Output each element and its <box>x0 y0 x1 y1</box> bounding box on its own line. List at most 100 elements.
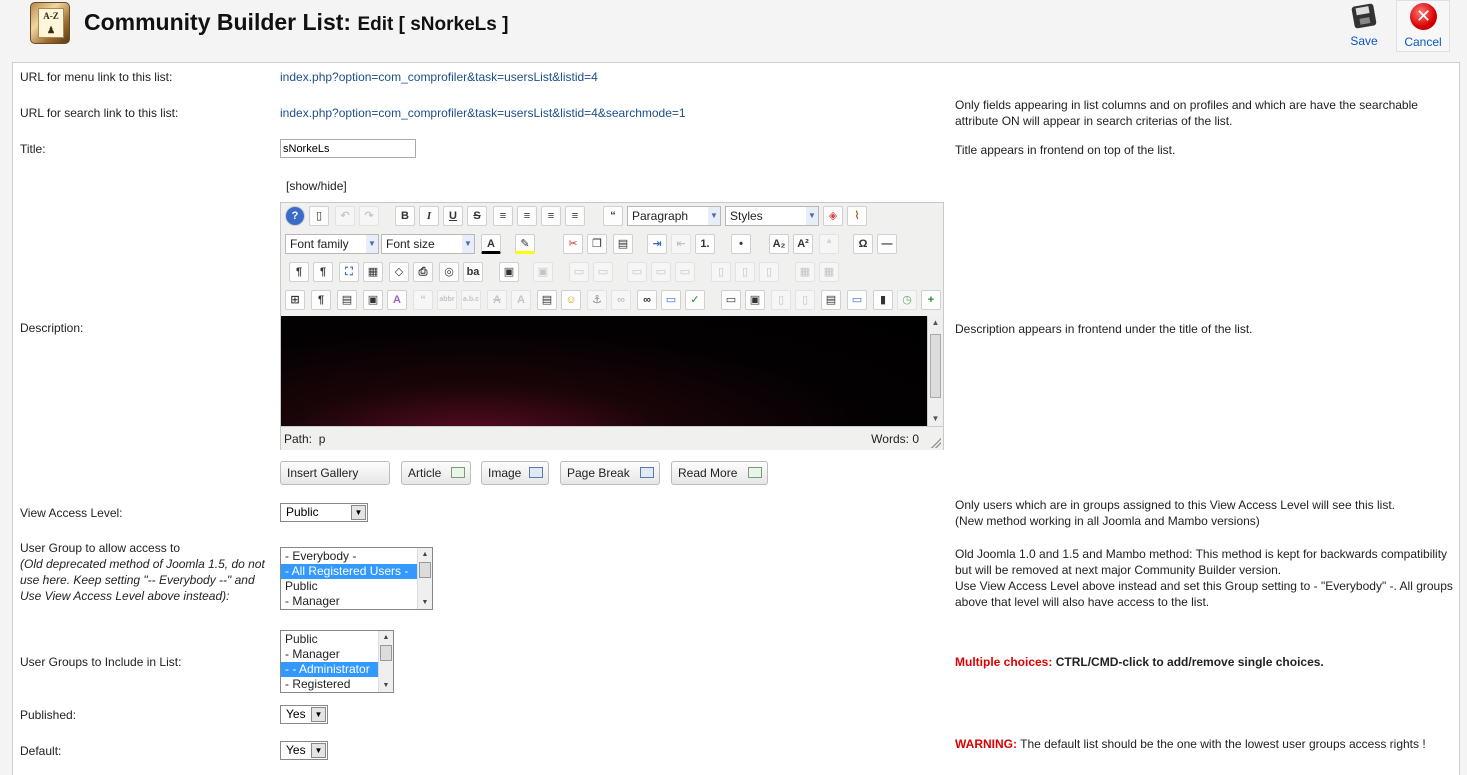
attributes-icon[interactable]: ▤ <box>537 290 557 310</box>
table-insert-row-icon[interactable]: ▭ <box>627 262 647 282</box>
table-row-after-icon[interactable]: ▭ <box>593 262 613 282</box>
paste-icon[interactable]: ▤ <box>613 234 633 254</box>
text-color-icon[interactable]: A <box>481 234 501 254</box>
show-hide-editor-link[interactable]: [show/hide] <box>286 179 347 193</box>
table-delete-row-icon[interactable]: ▭ <box>651 262 671 282</box>
path-value[interactable]: p <box>319 432 326 446</box>
acronym-icon[interactable]: a.b.c <box>461 290 481 310</box>
include-groups-scrollbar[interactable]: ▲ ▼ <box>378 631 393 692</box>
page-break-button[interactable]: Page Break <box>560 461 660 485</box>
user-group-option[interactable]: - Everybody - <box>281 549 432 564</box>
read-more-button[interactable]: Read More <box>671 461 768 485</box>
pagebreak-icon[interactable]: ▯ <box>795 290 815 310</box>
table-col-before-icon[interactable]: ▯ <box>711 262 731 282</box>
delete-layer-icon[interactable]: ▣ <box>533 262 553 282</box>
spellcheck-icon[interactable]: ✓ <box>685 290 705 310</box>
unlink-icon[interactable]: ∞ <box>611 290 631 310</box>
resize-grip-icon[interactable] <box>931 438 941 448</box>
align-left-icon[interactable]: ≡ <box>541 206 561 226</box>
article-button[interactable]: Article <box>401 461 471 485</box>
image-icon[interactable]: ▭ <box>661 290 681 310</box>
cite-icon[interactable]: “ <box>413 290 433 310</box>
superscript-icon[interactable]: A² <box>793 234 813 254</box>
style-props-icon[interactable]: A <box>387 290 407 310</box>
table-icon[interactable]: ⊞ <box>285 290 305 310</box>
help-icon[interactable]: ? <box>285 206 305 226</box>
include-group-option[interactable]: - Manager <box>281 647 393 662</box>
scroll-up-icon[interactable]: ▲ <box>928 316 943 330</box>
scroll-down-icon[interactable]: ▼ <box>928 412 943 426</box>
search-link-url[interactable]: index.php?option=com_comprofiler&task=us… <box>280 106 686 120</box>
cleanup-broom-icon[interactable]: ⌇ <box>847 206 867 226</box>
save-button[interactable]: Save <box>1340 0 1388 52</box>
scroll-down-icon[interactable]: ▼ <box>418 596 432 609</box>
html-source-icon[interactable]: ◇ <box>389 262 409 282</box>
rtl-direction-icon[interactable]: ¶ <box>313 262 333 282</box>
image-button[interactable]: Image <box>481 461 549 485</box>
view-access-select[interactable]: Public ▼ <box>280 503 368 522</box>
anchor-icon[interactable]: ⚓ <box>587 290 607 310</box>
nonbreaking-icon[interactable]: ▯ <box>771 290 791 310</box>
user-group-listbox[interactable]: - Everybody - - All Registered Users - P… <box>280 547 433 610</box>
insert-gallery-button[interactable]: Insert Gallery <box>280 461 390 485</box>
ltr-direction-icon[interactable]: ¶ <box>289 262 309 282</box>
show-blocks-icon[interactable]: ¶ <box>311 290 331 310</box>
template-icon[interactable]: ▣ <box>363 290 383 310</box>
editor-content-area[interactable] <box>281 316 927 426</box>
emoticon-icon[interactable]: ☺ <box>561 290 581 310</box>
horizontal-rule-icon[interactable]: — <box>877 234 897 254</box>
editor-vertical-scrollbar[interactable]: ▲ ▼ <box>927 316 943 426</box>
format-select[interactable]: Paragraph ▼ <box>627 206 721 226</box>
redo-icon[interactable]: ↷ <box>359 206 379 226</box>
undo-icon[interactable]: ↶ <box>335 206 355 226</box>
underline-icon[interactable]: U <box>443 206 463 226</box>
table-split-icon[interactable]: ▦ <box>795 262 815 282</box>
fullscreen-icon[interactable]: ⛶ <box>339 262 359 282</box>
horizontal-line-icon[interactable]: ▭ <box>721 290 741 310</box>
scroll-thumb[interactable] <box>930 334 941 398</box>
cancel-button[interactable]: ✕ Cancel <box>1396 0 1450 52</box>
align-full-icon[interactable]: ≡ <box>493 206 513 226</box>
media-icon[interactable]: ▣ <box>745 290 765 310</box>
include-group-option[interactable]: - Registered <box>281 677 393 692</box>
user-group-scrollbar[interactable]: ▲ ▼ <box>417 548 432 609</box>
user-group-option[interactable]: - Manager <box>281 594 432 609</box>
print-icon[interactable]: ⎙ <box>413 262 433 282</box>
user-group-option-selected[interactable]: - All Registered Users - <box>281 564 432 579</box>
scroll-up-icon[interactable]: ▲ <box>418 548 432 561</box>
strikethrough-icon[interactable]: S <box>467 206 487 226</box>
abbr-icon[interactable]: abbr <box>437 290 457 310</box>
preview-icon[interactable]: ▦ <box>363 262 383 282</box>
title-input[interactable] <box>280 139 416 158</box>
outdent-icon[interactable]: ⇤ <box>671 234 691 254</box>
styles-select[interactable]: Styles ▼ <box>725 206 819 226</box>
scroll-thumb[interactable] <box>419 562 431 578</box>
cut-icon[interactable]: ✂ <box>563 234 583 254</box>
insertion-icon[interactable]: A <box>511 290 531 310</box>
add-page-icon[interactable]: + <box>921 290 941 310</box>
insert-layer-icon[interactable]: ▣ <box>499 262 519 282</box>
table-row-before-icon[interactable]: ▭ <box>569 262 589 282</box>
bold-icon[interactable]: B <box>395 206 415 226</box>
blockquote-icon[interactable]: “ <box>603 206 623 226</box>
align-center-icon[interactable]: ≡ <box>517 206 537 226</box>
include-group-option[interactable]: Public <box>281 632 393 647</box>
subscript-icon[interactable]: A₂ <box>769 234 789 254</box>
new-document-icon[interactable]: ▯ <box>309 206 329 226</box>
video-icon[interactable]: ▮ <box>873 290 893 310</box>
include-groups-listbox[interactable]: Public - Manager - - Administrator - Reg… <box>280 630 394 693</box>
character-map-disabled-icon[interactable]: ª <box>819 234 839 254</box>
highlight-color-icon[interactable]: ✎ <box>515 234 535 254</box>
replace-icon[interactable]: ba <box>463 262 483 282</box>
default-select[interactable]: Yes ▼ <box>280 741 328 760</box>
font-size-select[interactable]: Font size ▼ <box>381 234 475 254</box>
table-delete-col-icon[interactable]: ▯ <box>759 262 779 282</box>
user-group-option[interactable]: Public <box>281 579 432 594</box>
deletion-icon[interactable]: A <box>487 290 507 310</box>
font-family-select[interactable]: Font family ▼ <box>285 234 379 254</box>
align-right-icon[interactable]: ≡ <box>565 206 585 226</box>
menu-link-url[interactable]: index.php?option=com_comprofiler&task=us… <box>280 70 598 84</box>
scroll-up-icon[interactable]: ▲ <box>379 631 393 644</box>
insert-date-icon[interactable]: ▤ <box>337 290 357 310</box>
table-merge-icon[interactable]: ▭ <box>675 262 695 282</box>
